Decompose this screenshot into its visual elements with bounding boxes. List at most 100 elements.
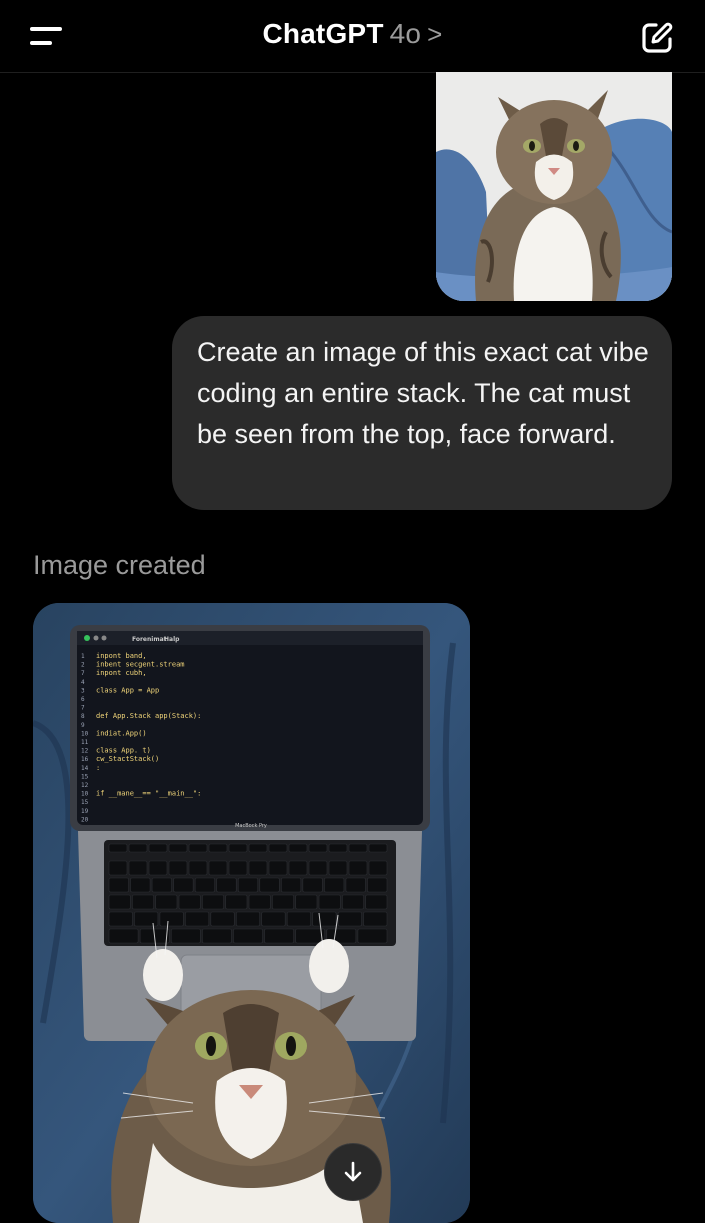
code-line-number: 2 xyxy=(81,662,85,669)
keyboard-key xyxy=(108,894,131,910)
keyboard-key xyxy=(108,911,133,927)
keyboard-key xyxy=(148,843,168,853)
user-message-text: Create an image of this exact cat vibe c… xyxy=(197,337,649,449)
user-message-bubble: Create an image of this exact cat vibe c… xyxy=(172,316,672,510)
code-line-number: 10 xyxy=(81,730,89,737)
keyboard-key xyxy=(268,843,288,853)
code-line-number: 3 xyxy=(81,687,85,694)
code-line: inpont cubh, xyxy=(96,669,147,677)
keyboard-key xyxy=(268,860,288,876)
menu-bar-item: Halp xyxy=(164,636,180,643)
keyboard-key xyxy=(248,894,271,910)
keyboard-key xyxy=(202,928,232,944)
keyboard-key xyxy=(128,860,148,876)
code-line-number: 1 xyxy=(81,653,85,660)
keyboard-key xyxy=(128,843,148,853)
code-line-number: 4 xyxy=(81,679,85,686)
keyboard-key xyxy=(348,860,368,876)
keyboard-key xyxy=(168,860,188,876)
keyboard-key xyxy=(272,894,294,910)
keyboard-key xyxy=(225,894,248,910)
keyboard-key xyxy=(148,860,168,876)
keyboard-key xyxy=(348,843,368,853)
code-line: : xyxy=(96,764,100,772)
scroll-to-bottom-button[interactable] xyxy=(324,1143,382,1201)
arrow-down-icon xyxy=(344,1161,362,1182)
keyboard-key xyxy=(264,928,294,944)
uploaded-cat-image[interactable] xyxy=(436,72,672,301)
keyboard-key xyxy=(188,843,208,853)
keyboard-key xyxy=(342,894,364,910)
code-line: indiat.App() xyxy=(96,729,147,737)
keyboard-key xyxy=(248,843,268,853)
code-line-number: 16 xyxy=(81,756,89,763)
generated-cat-laptop-image: Forenimat Halp 1 inpont band, 2 inbent secg… xyxy=(33,603,470,1223)
code-line-number: 19 xyxy=(81,808,89,815)
code-line-number: 9 xyxy=(81,722,85,729)
keyboard-key xyxy=(288,860,308,876)
keyboard-key xyxy=(216,877,237,893)
keyboard-key xyxy=(368,843,388,853)
keyboard-key xyxy=(318,894,341,910)
keyboard-key xyxy=(295,894,318,910)
keyboard-key xyxy=(324,877,345,893)
code-line: class App. t) xyxy=(96,747,151,755)
keyboard-key xyxy=(202,894,224,910)
keyboard-key xyxy=(237,877,259,893)
code-line-number: 10 xyxy=(81,791,89,798)
menu-bar-item: Forenimat xyxy=(132,636,167,643)
code-line-number: 7 xyxy=(81,670,85,677)
code-line: class App = App xyxy=(96,686,159,694)
keyboard-key xyxy=(248,860,268,876)
keyboard-key xyxy=(188,860,208,876)
code-line-number: 14 xyxy=(81,765,89,772)
keyboard-key xyxy=(108,860,128,876)
keyboard-key xyxy=(312,911,337,927)
keyboard-key xyxy=(295,928,326,944)
keyboard-key xyxy=(170,928,201,944)
keyboard-key xyxy=(363,911,388,927)
keyboard-key xyxy=(130,877,151,893)
keyboard-key xyxy=(357,928,388,944)
keyboard-key xyxy=(308,843,328,853)
generated-image[interactable]: Forenimat Halp 1 inpont band, 2 inbent secg… xyxy=(33,603,470,1223)
keyboard-key xyxy=(155,894,178,910)
keyboard-key xyxy=(308,860,328,876)
keyboard-key xyxy=(261,911,286,927)
code-line-number: 7 xyxy=(81,705,85,712)
keyboard-key xyxy=(151,877,172,893)
keyboard-key xyxy=(159,911,184,927)
app-title: ChatGPT xyxy=(262,18,384,49)
image-created-label: Image created xyxy=(33,550,206,580)
keyboard-key xyxy=(328,843,348,853)
code-line-number: 6 xyxy=(81,696,85,703)
keyboard-key xyxy=(365,894,388,910)
code-line-number: 15 xyxy=(81,799,89,806)
keyboard-key xyxy=(185,911,210,927)
new-chat-button[interactable] xyxy=(639,20,675,56)
keyboard-key xyxy=(108,928,139,944)
keyboard-key xyxy=(286,911,311,927)
keyboard-key xyxy=(288,843,308,853)
keyboard-key xyxy=(281,877,302,893)
keyboard-key xyxy=(228,860,248,876)
keyboard-key xyxy=(368,860,388,876)
keyboard-key xyxy=(108,843,128,853)
keyboard-key xyxy=(134,911,159,927)
chevron-right-icon: > xyxy=(427,19,443,49)
keyboard-key xyxy=(345,877,366,893)
code-line-number: 11 xyxy=(81,739,89,746)
code-line: inpont band, xyxy=(96,652,147,660)
keyboard-key xyxy=(208,860,228,876)
model-selector[interactable]: ChatGPT 4o > xyxy=(0,18,705,50)
code-line-number: 20 xyxy=(81,816,89,823)
code-line-number: 12 xyxy=(81,748,89,755)
keyboard-key xyxy=(210,911,235,927)
code-line-number: 8 xyxy=(81,713,85,720)
keyboard-key xyxy=(228,843,248,853)
code-line: if __mane__== "__main__": xyxy=(96,790,201,798)
keyboard-key xyxy=(302,877,323,893)
keyboard-key xyxy=(194,877,215,893)
keyboard-key xyxy=(233,928,263,944)
keyboard-key xyxy=(235,911,261,927)
